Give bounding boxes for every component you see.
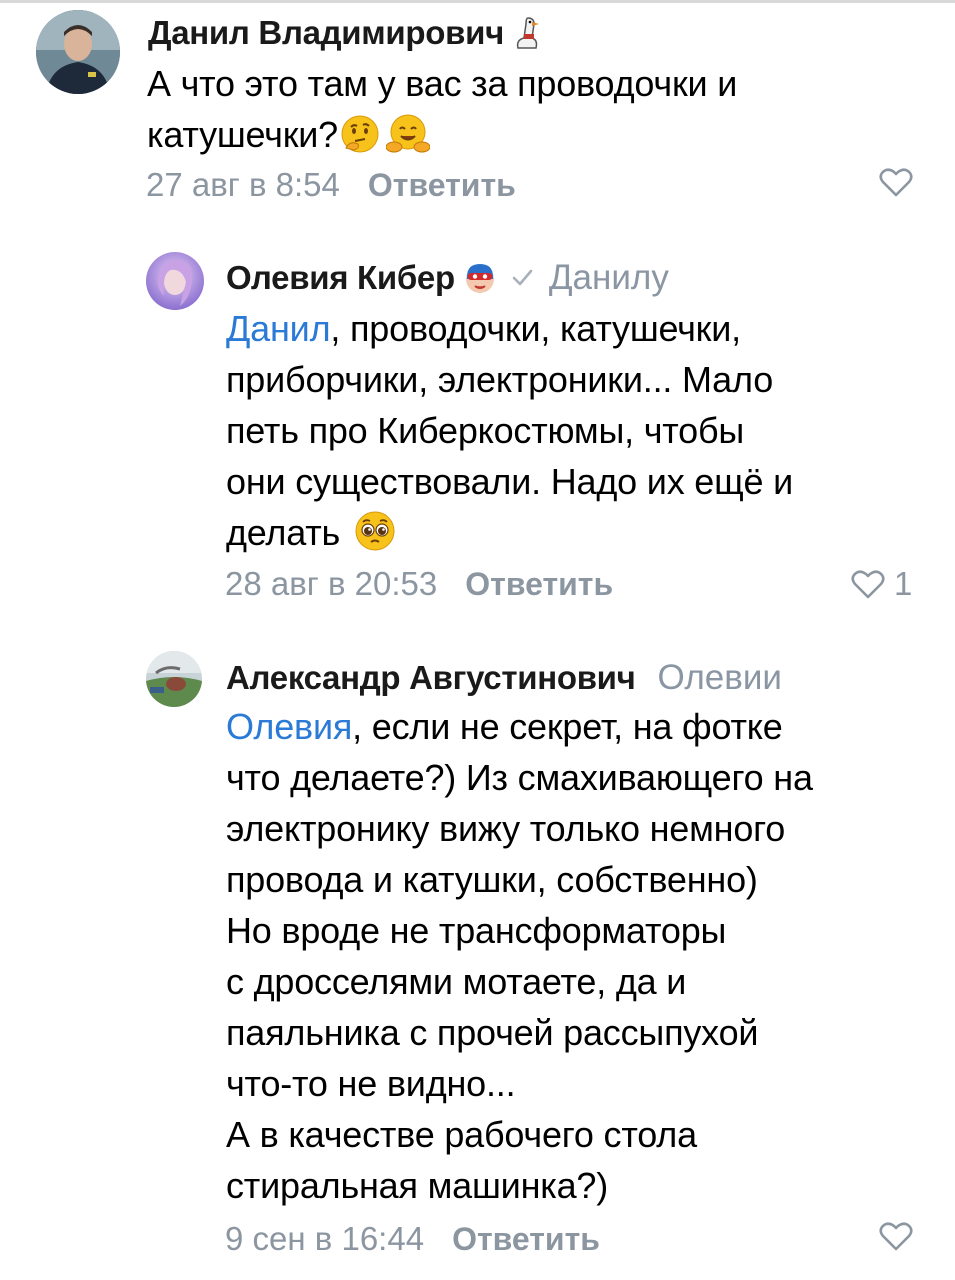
comment-text-line: они существовали. Надо их ещё и — [226, 461, 794, 502]
comment-text-line: Но вроде не трансформаторы — [226, 910, 727, 951]
avatar[interactable] — [146, 651, 202, 707]
checkmark-icon — [511, 268, 533, 288]
avatar[interactable] — [146, 252, 204, 310]
comment-text-line: , проводочки, катушечки, — [330, 308, 741, 349]
comment-text-line: электронику вижу только немного — [226, 808, 786, 849]
like-count: 1 — [894, 565, 913, 602]
heart-icon — [879, 168, 913, 197]
comment-author[interactable]: Олевия Кибер — [226, 259, 455, 297]
comment-text-line: , если не секрет, на фотке — [352, 706, 783, 747]
comment-date: 27 авг в 8:54 — [146, 166, 340, 203]
comment-author[interactable]: Данил Владимирович — [148, 14, 504, 52]
reply-to-label[interactable]: Данилу — [549, 258, 669, 298]
avatar[interactable] — [36, 10, 120, 94]
pleading-face-emoji — [354, 510, 396, 552]
top-divider — [0, 0, 955, 3]
comment-text-line: паяльника с прочей рассыпухой — [226, 1012, 759, 1053]
comment-text-line: стиральная машинка?) — [226, 1165, 609, 1206]
comment-date: 28 авг в 20:53 — [225, 565, 438, 602]
reply-to-label[interactable]: Олевии — [658, 658, 782, 698]
like-button[interactable] — [878, 1220, 914, 1252]
comment-text-line: что делаете?) Из смахивающего на — [226, 757, 813, 798]
mask-emoji-icon — [463, 261, 497, 295]
comment-text-line: А что это там у вас за проводочки и — [147, 63, 738, 104]
comment-date: 9 сен в 16:44 — [225, 1220, 425, 1257]
avatar-photo — [146, 252, 204, 310]
avatar-photo — [146, 651, 202, 707]
like-button[interactable] — [878, 166, 914, 198]
reply-button[interactable]: Ответить — [368, 167, 516, 204]
comment-text-line: с дросселями мотаете, да и — [226, 961, 687, 1002]
comment-text-line: катушечки? — [147, 114, 339, 155]
comment-text-line: делать — [226, 512, 341, 553]
like-button[interactable]: 1 — [850, 565, 912, 603]
reply-button[interactable]: Ответить — [465, 566, 613, 603]
mention-link[interactable]: Данил — [226, 308, 331, 349]
reply-button[interactable]: Ответить — [452, 1221, 600, 1258]
thinking-face-emoji — [340, 114, 380, 154]
goose-icon — [514, 16, 540, 50]
comment-text-line: петь про Киберкостюмы, чтобы — [226, 410, 745, 451]
heart-icon — [879, 1222, 913, 1251]
comment-text-line: приборчики, электроники... Мало — [226, 359, 774, 400]
comment-text-line: что-то не видно... — [226, 1063, 516, 1104]
hugging-face-emoji — [385, 114, 431, 154]
comment-author[interactable]: Александр Августинович — [226, 659, 636, 697]
avatar-photo — [36, 10, 120, 94]
heart-icon — [851, 570, 885, 599]
mention-link[interactable]: Олевия — [226, 706, 352, 747]
comment-text-line: провода и катушки, собственно) — [226, 859, 758, 900]
comment-text-line: А в качестве рабочего стола — [226, 1114, 697, 1155]
